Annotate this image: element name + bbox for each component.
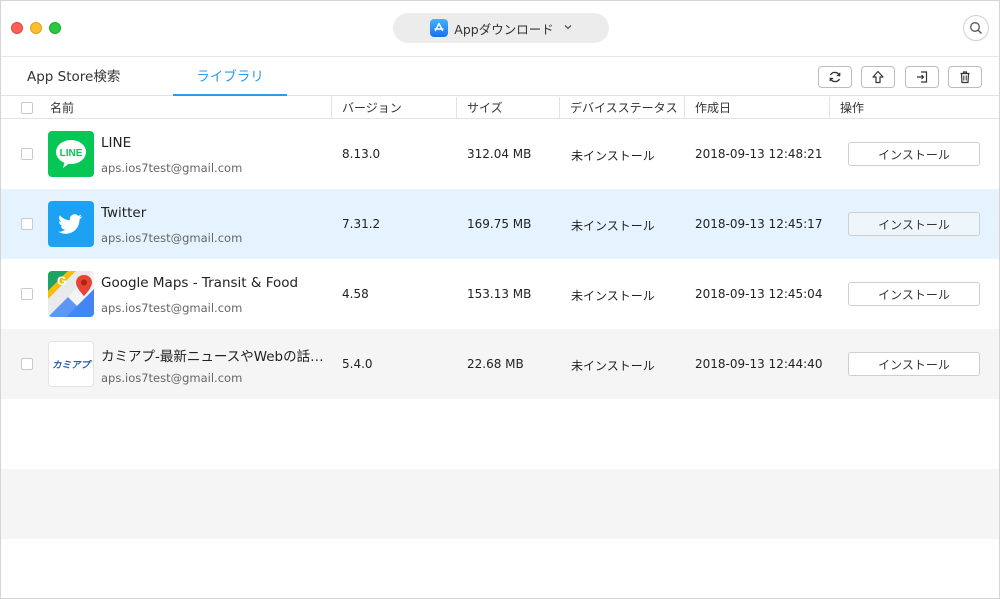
import-icon (917, 71, 928, 83)
refresh-button[interactable] (818, 66, 852, 88)
tab-bar: App Store検索 ライブラリ (1, 58, 999, 96)
trash-icon (960, 71, 970, 84)
chevron-down-icon (564, 23, 572, 33)
app-account: aps.ios7test@gmail.com (101, 301, 243, 315)
app-window: Appダウンロード App Store検索 ライブラリ 名前 バージョン サイズ (0, 0, 1000, 599)
app-store-icon (430, 19, 449, 37)
app-version: 7.31.2 (342, 217, 381, 231)
install-button[interactable]: インストール (848, 212, 980, 236)
google-maps-icon: G (48, 271, 94, 317)
column-header-device-status[interactable]: デバイスステータス (559, 97, 678, 119)
maximize-window-button[interactable] (49, 22, 61, 34)
app-size: 22.68 MB (467, 357, 524, 371)
refresh-icon (829, 71, 841, 83)
created-date: 2018-09-13 12:44:40 (695, 357, 823, 371)
column-header-action: 操作 (829, 97, 864, 119)
row-checkbox[interactable] (21, 218, 33, 230)
row-checkbox[interactable] (21, 148, 33, 160)
svg-text:G: G (57, 274, 66, 288)
install-button[interactable]: インストール (848, 352, 980, 376)
device-status: 未インストール (571, 149, 655, 163)
column-header-size[interactable]: サイズ (456, 97, 503, 119)
app-name: カミアプ-最新ニュースやWebの話… (101, 349, 324, 365)
app-version: 4.58 (342, 287, 369, 301)
table-row[interactable]: Twitter aps.ios7test@gmail.com 7.31.2 16… (1, 189, 999, 259)
app-name: LINE (101, 135, 132, 151)
title-bar: Appダウンロード (1, 1, 999, 57)
column-header-version[interactable]: バージョン (331, 97, 402, 119)
empty-row (1, 399, 999, 469)
window-title: Appダウンロード (454, 21, 554, 37)
column-header-created-date[interactable]: 作成日 (684, 97, 731, 119)
upload-arrow-icon (872, 70, 884, 84)
table-header: 名前 バージョン サイズ デバイスステータス 作成日 操作 (1, 97, 999, 119)
upload-button[interactable] (861, 66, 895, 88)
search-button[interactable] (963, 15, 989, 41)
tab-library[interactable]: ライブラリ (173, 58, 287, 96)
svg-text:LINE: LINE (60, 148, 83, 159)
device-status: 未インストール (571, 289, 655, 303)
delete-button[interactable] (948, 66, 982, 88)
app-size: 312.04 MB (467, 147, 532, 161)
created-date: 2018-09-13 12:45:17 (695, 217, 823, 231)
twitter-icon (48, 201, 94, 247)
created-date: 2018-09-13 12:48:21 (695, 147, 823, 161)
table-row[interactable]: G Google Maps - Transit & Food aps.ios7t… (1, 259, 999, 329)
app-account: aps.ios7test@gmail.com (101, 161, 243, 175)
app-account: aps.ios7test@gmail.com (101, 231, 243, 245)
table-row[interactable]: LINE LINE aps.ios7test@gmail.com 8.13.0 … (1, 119, 999, 189)
search-icon (970, 22, 982, 34)
empty-row (1, 469, 999, 539)
app-size: 153.13 MB (467, 287, 532, 301)
app-version: 8.13.0 (342, 147, 381, 161)
device-status: 未インストール (571, 359, 655, 373)
import-button[interactable] (905, 66, 939, 88)
created-date: 2018-09-13 12:45:04 (695, 287, 823, 301)
row-checkbox[interactable] (21, 288, 33, 300)
app-name: Twitter (101, 205, 147, 221)
tab-app-store-search[interactable]: App Store検索 (27, 58, 120, 96)
kamiapu-icon: カミアプ (48, 341, 94, 387)
app-version: 5.4.0 (342, 357, 373, 371)
line-icon: LINE (48, 131, 94, 177)
empty-row (1, 539, 999, 598)
select-all-checkbox[interactable] (21, 102, 33, 114)
device-status: 未インストール (571, 219, 655, 233)
install-button[interactable]: インストール (848, 282, 980, 306)
app-name: Google Maps - Transit & Food (101, 275, 299, 291)
app-download-dropdown[interactable]: Appダウンロード (393, 13, 609, 43)
minimize-window-button[interactable] (30, 22, 42, 34)
install-button[interactable]: インストール (848, 142, 980, 166)
close-window-button[interactable] (11, 22, 23, 34)
row-checkbox[interactable] (21, 358, 33, 370)
app-account: aps.ios7test@gmail.com (101, 371, 243, 385)
kamiapu-logo-text: カミアプ (51, 360, 90, 371)
column-header-name[interactable]: 名前 (50, 97, 74, 119)
app-size: 169.75 MB (467, 217, 532, 231)
table-row[interactable]: カミアプ カミアプ-最新ニュースやWebの話… aps.ios7test@gma… (1, 329, 999, 399)
